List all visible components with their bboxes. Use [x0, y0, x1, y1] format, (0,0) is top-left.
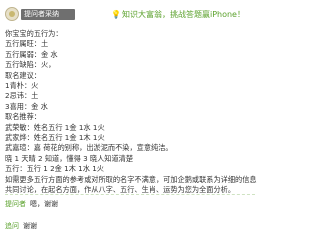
reply-item: 提问者 嗯，谢谢 — [5, 199, 58, 209]
user-avatar[interactable] — [5, 7, 19, 21]
answer-line: 武荣敏：姓名五行 1金 1水 1火 — [5, 122, 105, 132]
reply-author[interactable]: 提问者 — [5, 200, 26, 208]
answer-line: 如需更多五行方面的参考或对所取的名字不满意，可加企鹅或联系为详细的信息共同讨论，… — [5, 174, 257, 195]
answer-line: 五行缺陷：火， — [5, 60, 56, 70]
promo-banner[interactable]: 💡知识大富翁，挑战答题赢iPhone！ — [111, 9, 245, 20]
answer-body: 你宝宝的五行为： 五行属旺：土 五行属弱：金 水 五行缺陷：火， 取名建议： 1… — [5, 29, 257, 196]
reply-text: 嗯，谢谢 — [30, 200, 58, 208]
answer-line: 1青朴：火 — [5, 81, 39, 91]
answer-line: 五行：五行 1 2金 1木 1水 1火 — [5, 164, 104, 174]
answer-line: 五行属弱：金 水 — [5, 49, 58, 59]
answer-line: 武家烨：姓名五行 1金 1木 1火 — [5, 133, 105, 143]
post-header: 提问者采纳 💡知识大富翁，挑战答题赢iPhone！ — [0, 0, 262, 26]
answer-line: 3喜用：金 水 — [5, 101, 48, 111]
reply-text: 谢谢 — [23, 222, 37, 230]
answer-line: 五行属旺：土 — [5, 39, 49, 49]
lightbulb-icon: 💡 — [111, 10, 121, 19]
promo-banner-text: 知识大富翁，挑战答题赢iPhone！ — [121, 10, 245, 19]
answer-line: 你宝宝的五行为： — [5, 29, 63, 38]
answer-line: 取名推荐： — [5, 112, 41, 122]
answer-line: 取名建议： — [5, 70, 41, 80]
reply-author[interactable]: 追问 — [5, 222, 19, 230]
answer-line: 晓 1 天晴 2 知道，懂得 3 晓人知道清楚 — [5, 153, 134, 163]
answer-line: 武嘉瑄：嘉 荷花的别称，出淤泥而不染，宣意纯洁。 — [5, 143, 173, 153]
reply-item: 追问 谢谢 — [5, 221, 37, 231]
answer-line: 2忌讳：土 — [5, 91, 39, 101]
divider — [5, 194, 255, 195]
user-badge[interactable]: 提问者采纳 — [21, 9, 75, 20]
